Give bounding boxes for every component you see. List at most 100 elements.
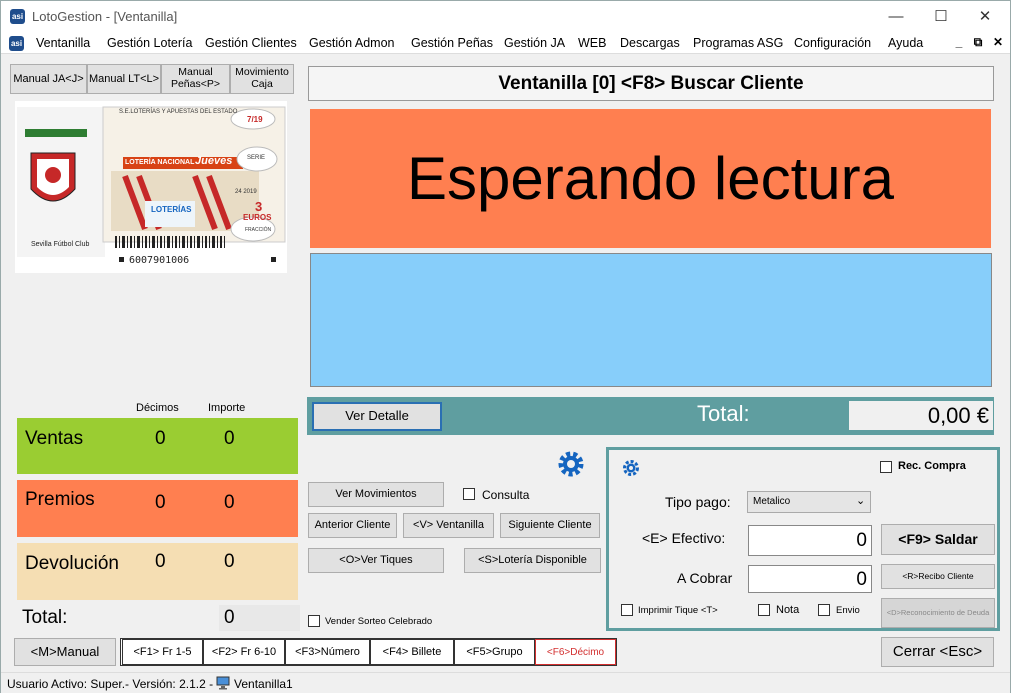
imprimir-tique-label: Imprimir Tique <T> xyxy=(638,605,718,616)
menu-web[interactable]: WEB xyxy=(578,36,606,50)
cerrar-button[interactable]: Cerrar <Esc> xyxy=(881,637,994,667)
menu-gestion-clientes[interactable]: Gestión Clientes xyxy=(205,36,297,50)
mdi-restore-icon[interactable]: ⧉ xyxy=(969,35,987,50)
ticket-day: Jueves xyxy=(195,155,233,167)
manual-ja-button[interactable]: Manual JA<J> xyxy=(10,64,87,94)
settings-gear-icon[interactable] xyxy=(556,449,586,479)
manual-lt-button[interactable]: Manual LT<L> xyxy=(87,64,161,94)
reading-status-panel: Esperando lectura xyxy=(310,109,991,248)
ver-movimientos-button[interactable]: Ver Movimientos xyxy=(308,482,444,507)
title-bar: asi LotoGestion - [Ventanilla] — ☐ ✕ xyxy=(1,1,1010,32)
ventanilla-button[interactable]: <V> Ventanilla xyxy=(403,513,494,538)
consulta-label: Consulta xyxy=(482,488,530,502)
devolucion-panel: Devolución 0 0 xyxy=(17,543,298,600)
tab-fr-1-5[interactable]: <F1> Fr 1-5 xyxy=(122,639,203,665)
manual-button[interactable]: <M>Manual xyxy=(14,638,116,666)
premios-label: Premios xyxy=(25,489,95,510)
ventas-label: Ventas xyxy=(25,428,84,449)
total-label: Total: xyxy=(697,401,750,426)
a-cobrar-input[interactable]: 0 xyxy=(748,565,872,593)
ventas-panel: Ventas 0 0 xyxy=(17,418,298,474)
status-user: Usuario Activo: Super.- Versión: 2.1.2 - xyxy=(7,677,214,691)
tab-grupo[interactable]: <F5>Grupo xyxy=(454,639,535,665)
ticket-fraccion: FRACCIÓN xyxy=(245,227,272,233)
chevron-down-icon: ⌄ xyxy=(856,495,866,507)
menu-ayuda[interactable]: Ayuda xyxy=(888,36,923,50)
devolucion-label: Devolución xyxy=(25,553,119,574)
maximize-icon[interactable]: ☐ xyxy=(919,5,963,29)
mdi-minimize-icon[interactable]: _ xyxy=(950,35,968,49)
ventas-decimos: 0 xyxy=(155,428,166,449)
stats-total-value: 0 xyxy=(219,605,300,631)
menu-descargas[interactable]: Descargas xyxy=(620,36,680,50)
ticket-loterias-logo: LOTERÍAS xyxy=(151,205,192,214)
tab-fr-6-10[interactable]: <F2> Fr 6-10 xyxy=(203,639,285,665)
rec-compra-checkbox[interactable] xyxy=(880,461,892,473)
efectivo-input[interactable]: 0 xyxy=(748,525,872,556)
ver-tiques-button[interactable]: <O>Ver Tiques xyxy=(308,548,444,573)
tab-billete[interactable]: <F4> Billete xyxy=(370,639,454,665)
ticket-brand: LOTERÍA NACIONAL xyxy=(125,159,195,166)
status-ventanilla: Ventanilla1 xyxy=(234,677,293,691)
payment-panel: Rec. Compra Tipo pago: Metalico ⌄ <E> Ef… xyxy=(606,447,1000,631)
app-menu-icon[interactable]: asi xyxy=(9,36,24,51)
status-bar: Usuario Activo: Super.- Versión: 2.1.2 -… xyxy=(1,672,1010,693)
ticket-date: 24 2019 xyxy=(235,189,257,195)
devolucion-decimos: 0 xyxy=(155,551,166,572)
recibo-cliente-button[interactable]: <R>Recibo Cliente xyxy=(881,564,995,589)
siguiente-cliente-button[interactable]: Siguiente Cliente xyxy=(500,513,600,538)
payment-gear-icon[interactable] xyxy=(622,459,640,477)
envio-checkbox[interactable] xyxy=(818,604,830,616)
window-title: LotoGestion - [Ventanilla] xyxy=(32,9,178,24)
ticket-entity: S.E.LOTERÍAS Y APUESTAS DEL ESTADO xyxy=(119,109,238,115)
ticket-club: Sevilla Fútbol Club xyxy=(31,241,90,248)
nota-label: Nota xyxy=(776,604,800,616)
vender-sorteo-label: Vender Sorteo Celebrado xyxy=(325,616,433,627)
reconocimiento-deuda-button[interactable]: <D>Reconocimiento de Deuda xyxy=(881,598,995,628)
premios-panel: Premios 0 0 xyxy=(17,480,298,537)
tipo-pago-select[interactable]: Metalico ⌄ xyxy=(747,491,871,513)
lottery-ticket-image: S.E.LOTERÍAS Y APUESTAS DEL ESTADO 7/19 … xyxy=(15,101,287,273)
ticket-serie: SERIE xyxy=(247,155,266,161)
menu-bar: asi Ventanilla Gestión Lotería Gestión C… xyxy=(1,32,1010,54)
tipo-pago-value: Metalico xyxy=(753,496,791,507)
ver-detalle-button[interactable]: Ver Detalle xyxy=(312,402,442,431)
movimiento-caja-button[interactable]: Movimiento Caja xyxy=(230,64,294,94)
col-importe-label: Importe xyxy=(208,402,246,414)
efectivo-label: <E> Efectivo: xyxy=(642,530,726,546)
imprimir-tique-checkbox[interactable] xyxy=(621,604,633,616)
menu-programas-asg[interactable]: Programas ASG xyxy=(693,36,783,50)
minimize-icon[interactable]: — xyxy=(874,5,918,29)
ventanilla-header: Ventanilla [0] <F8> Buscar Cliente xyxy=(308,66,994,101)
workstation-icon xyxy=(216,676,230,690)
ticket-draw: 7/19 xyxy=(247,115,263,124)
ventas-importe: 0 xyxy=(224,428,235,449)
tipo-pago-label: Tipo pago: xyxy=(665,494,731,510)
main-window: asi LotoGestion - [Ventanilla] — ☐ ✕ asi… xyxy=(0,0,1011,693)
vender-sorteo-checkbox[interactable] xyxy=(308,615,320,627)
menu-gestion-loteria[interactable]: Gestión Lotería xyxy=(107,36,192,50)
app-icon: asi xyxy=(10,9,25,24)
menu-gestion-admon[interactable]: Gestión Admon xyxy=(309,36,394,50)
envio-label: Envio xyxy=(836,605,860,616)
ticket-price: 3 xyxy=(255,199,263,214)
tab-numero[interactable]: <F3>Número xyxy=(285,639,370,665)
a-cobrar-label: A Cobrar xyxy=(677,570,733,586)
tab-decimo[interactable]: <F6>Décimo xyxy=(535,639,616,665)
menu-configuracion[interactable]: Configuración xyxy=(794,36,871,50)
close-icon[interactable]: ✕ xyxy=(963,5,1007,29)
loteria-disponible-button[interactable]: <S>Lotería Disponible xyxy=(464,548,601,573)
premios-importe: 0 xyxy=(224,492,235,513)
menu-gestion-penas[interactable]: Gestión Peñas xyxy=(411,36,493,50)
ticket-barcode-number: 6007901006 xyxy=(129,255,190,266)
consulta-checkbox[interactable] xyxy=(463,488,475,500)
manual-penas-button[interactable]: Manual Peñas<P> xyxy=(161,64,230,94)
nota-checkbox[interactable] xyxy=(758,604,770,616)
mdi-close-icon[interactable]: ✕ xyxy=(989,35,1007,49)
menu-gestion-ja[interactable]: Gestión JA xyxy=(504,36,565,50)
anterior-cliente-button[interactable]: Anterior Cliente xyxy=(308,513,397,538)
saldar-button[interactable]: <F9> Saldar xyxy=(881,524,995,555)
total-value: 0,00 € xyxy=(849,401,993,430)
menu-ventanilla[interactable]: Ventanilla xyxy=(36,36,90,50)
col-decimos-label: Décimos xyxy=(136,402,179,414)
